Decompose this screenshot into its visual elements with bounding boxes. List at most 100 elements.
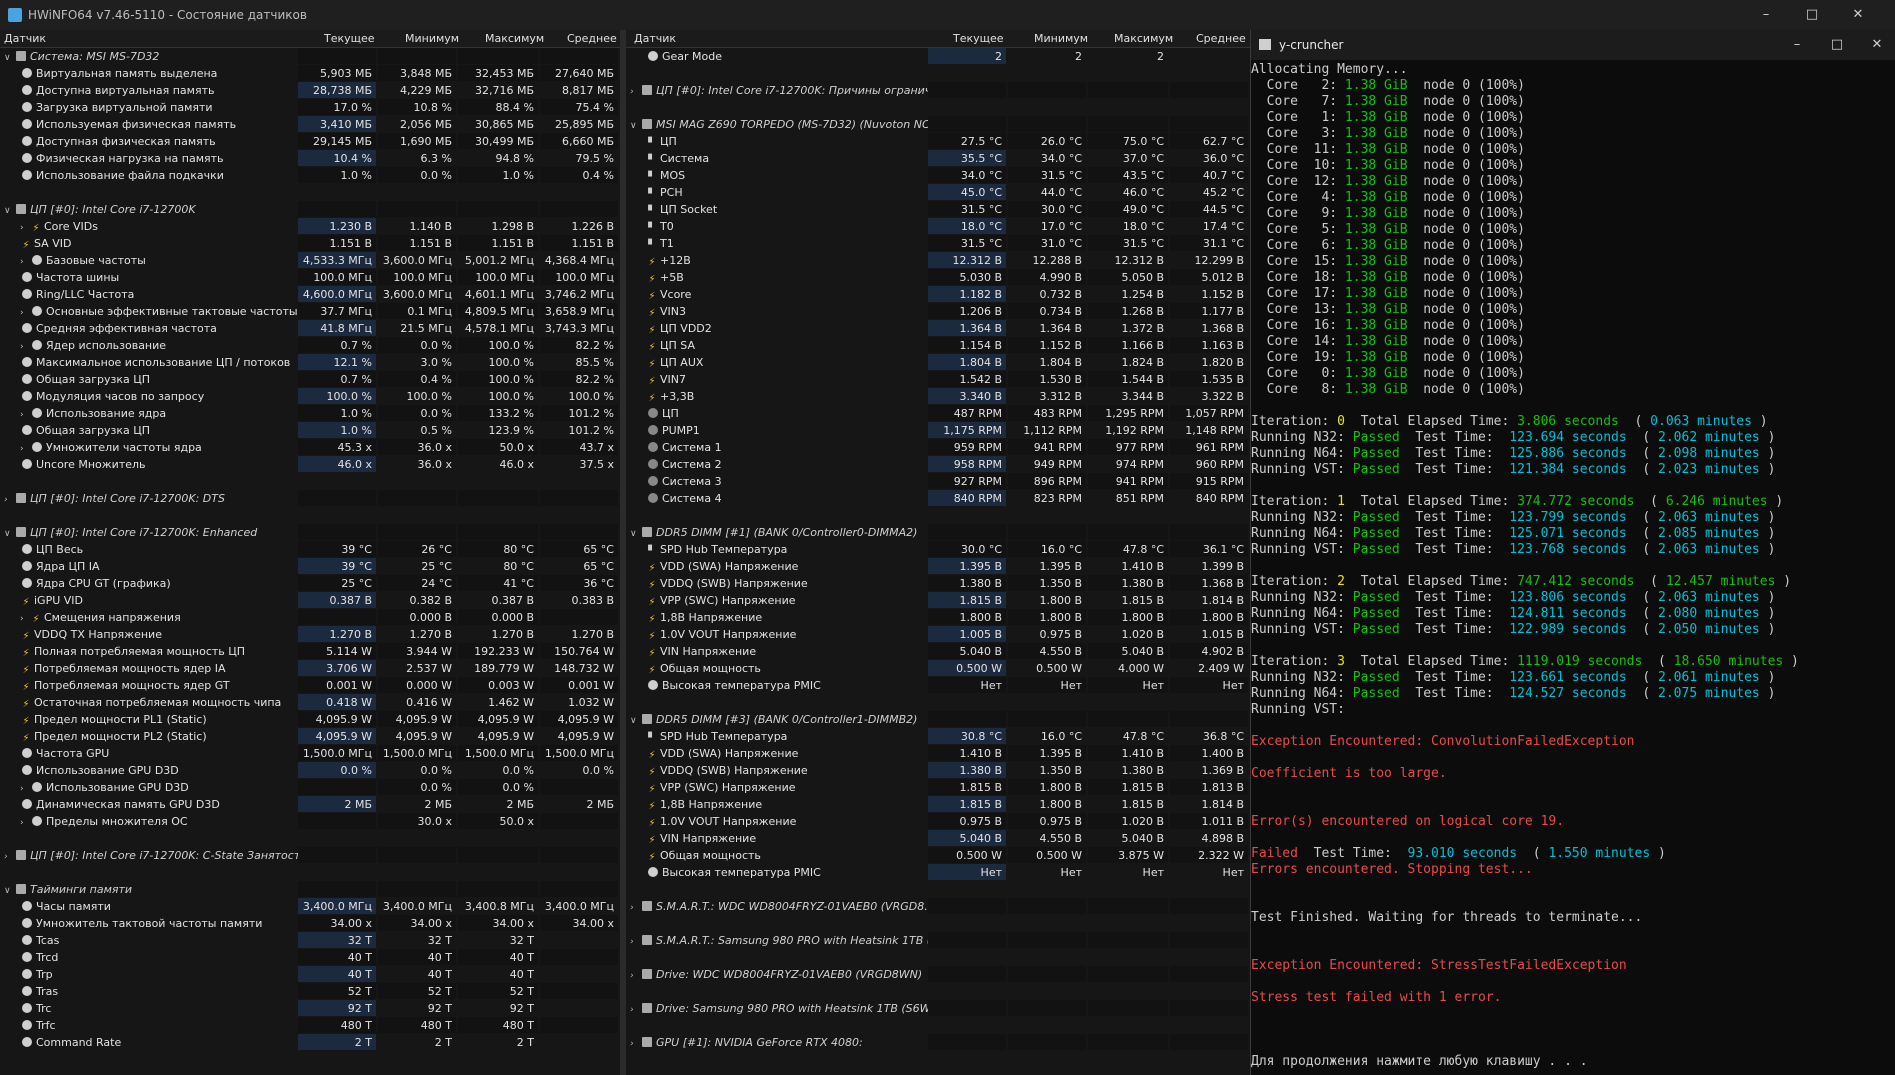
collapse-chevron-icon[interactable]: ∨ xyxy=(4,883,14,898)
yc-close-icon[interactable]: ✕ xyxy=(1861,34,1893,56)
expand-chevron-icon[interactable]: › xyxy=(20,339,30,354)
sensor-row[interactable]: ▘ Система 35.5 °C 34.0 °C 37.0 °C 36.0 °C xyxy=(626,150,1250,167)
sensor-row[interactable]: PUMP1 1,175 RPM 1,112 RPM 1,192 RPM 1,148 RP… xyxy=(626,422,1250,439)
sensor-row[interactable]: ⚡ VIN7 1.542 В 1.530 В 1.544 В 1.535 В xyxy=(626,371,1250,388)
sensor-row[interactable]: Command Rate 2 T 2 T 2 T xyxy=(0,1034,620,1051)
sensor-group-row[interactable]: › S.M.A.R.T.: WDC WD8004FRYZ-01VAEB0 (VRG… xyxy=(626,898,1250,915)
sensor-row[interactable]: ⚡ ЦП VDD2 1.364 В 1.364 В 1.372 В 1.368 В xyxy=(626,320,1250,337)
sensor-row[interactable]: › Ядер использование 0.7 % 0.0 % 100.0 % 82.2… xyxy=(0,337,620,354)
sensor-row[interactable]: ⚡ Потребляемая мощность ядер IA 3.706 W 2.5… xyxy=(0,660,620,677)
collapse-chevron-icon[interactable]: ∨ xyxy=(4,526,14,541)
col-current[interactable]: Текущее xyxy=(324,32,375,45)
sensor-row[interactable]: ▘ SPD Hub Температура 30.0 °C 16.0 °C 47.8 °… xyxy=(626,541,1250,558)
sensor-group-row[interactable]: › Drive: Samsung 980 PRO with Heatsink 1T… xyxy=(626,1000,1250,1017)
sensor-row[interactable]: ⚡ VIN3 1.206 В 0.734 В 1.268 В 1.177 В xyxy=(626,303,1250,320)
col-sensor[interactable]: Датчик xyxy=(4,32,46,45)
sensor-row[interactable]: Частота GPU 1,500.0 МГц 1,500.0 МГц 1,500.0… xyxy=(0,745,620,762)
sensor-row[interactable]: ⚡ ЦП AUX 1.804 В 1.804 В 1.824 В 1.820 В xyxy=(626,354,1250,371)
sensor-row[interactable]: ▘ PCH 45.0 °C 44.0 °C 46.0 °C 45.2 °C xyxy=(626,184,1250,201)
col-sensor-right[interactable]: Датчик xyxy=(634,32,676,45)
sensor-row[interactable]: ▘ ЦП Socket 31.5 °C 30.0 °C 49.0 °C 44.5 °C xyxy=(626,201,1250,218)
sensor-row[interactable]: ▘ ЦП 27.5 °C 26.0 °C 75.0 °C 62.7 °C xyxy=(626,133,1250,150)
sensor-row[interactable]: Общая загрузка ЦП 1.0 % 0.5 % 123.9 % 101.2 … xyxy=(0,422,620,439)
sensor-row[interactable]: ⚡ VPP (SWC) Напряжение 1.815 В 1.800 В 1.815… xyxy=(626,779,1250,796)
sensor-row[interactable]: Частота шины 100.0 МГц 100.0 МГц 100.0 МГц 1… xyxy=(0,269,620,286)
sensor-row[interactable]: Ядра CPU GT (графика) 25 °C 24 °C 41 °C 36 °… xyxy=(0,575,620,592)
collapse-chevron-icon[interactable]: ∨ xyxy=(630,526,640,541)
expand-chevron-icon[interactable]: › xyxy=(20,781,30,796)
yc-minimize-icon[interactable]: – xyxy=(1781,34,1813,56)
sensor-row[interactable]: Умножитель тактовой частоты памяти 34.00 … xyxy=(0,915,620,932)
sensor-group-row[interactable]: › ЦП [#0]: Intel Core i7-12700K: Причины … xyxy=(626,82,1250,99)
sensor-row[interactable]: ⚡ +12В 12.312 В 12.288 В 12.312 В 12.299 В xyxy=(626,252,1250,269)
sensor-row[interactable]: ⚡ Предел мощности PL2 (Static) 4,095.9 W 4,… xyxy=(0,728,620,745)
sensor-group-row[interactable]: ∨ DDR5 DIMM [#1] (BANK 0/Controller0-DIMM… xyxy=(626,524,1250,541)
expand-chevron-icon[interactable]: › xyxy=(20,220,30,235)
expand-chevron-icon[interactable]: › xyxy=(630,934,640,949)
sensor-group-row[interactable]: ∨ ЦП [#0]: Intel Core i7-12700K xyxy=(0,201,620,218)
sensor-row[interactable]: Средняя эффективная частота 41.8 МГц 21.5 … xyxy=(0,320,620,337)
sensor-row[interactable]: › Основные эффективные тактовые частоты 37… xyxy=(0,303,620,320)
console-output[interactable]: Allocating Memory... Core 2: 1.38 GiB no… xyxy=(1251,62,1895,1075)
sensor-row[interactable]: Высокая температура PMIC Нет Нет Нет Нет xyxy=(626,864,1250,881)
sensor-row[interactable]: ⚡ VIN Напряжение 5.040 В 4.550 В 5.040 В 4.89… xyxy=(626,830,1250,847)
expand-chevron-icon[interactable]: › xyxy=(20,305,30,320)
sensor-row[interactable]: ⚡ VDDQ (SWB) Напряжение 1.380 В 1.350 В 1.38… xyxy=(626,575,1250,592)
sensor-row[interactable]: ЦП 487 RPM 483 RPM 1,295 RPM 1,057 RPM xyxy=(626,405,1250,422)
sensor-row[interactable]: ⚡ Общая мощность 0.500 W 0.500 W 3.875 W 2.32… xyxy=(626,847,1250,864)
sensor-row[interactable]: ЦП Весь 39 °C 26 °C 80 °C 65 °C xyxy=(0,541,620,558)
sensor-row[interactable]: Максимальное использование ЦП / потоков 1… xyxy=(0,354,620,371)
sensor-row[interactable]: Система 1 959 RPM 941 RPM 977 RPM 961 RPM xyxy=(626,439,1250,456)
sensor-group-row[interactable]: › Drive: WDC WD8004FRYZ-01VAEB0 (VRGD8WN) xyxy=(626,966,1250,983)
col-min[interactable]: Минимум xyxy=(405,32,459,45)
sensor-group-row[interactable]: › ЦП [#0]: Intel Core i7-12700K: DTS xyxy=(0,490,620,507)
sensor-row[interactable]: ⚡ Остаточная потребляемая мощность чипа 0.… xyxy=(0,694,620,711)
expand-chevron-icon[interactable]: › xyxy=(630,1002,640,1017)
sensor-row[interactable]: Модуляция часов по запросу 100.0 % 100.0 %… xyxy=(0,388,620,405)
sensor-group-row[interactable]: › ЦП [#0]: Intel Core i7-12700K: C-State … xyxy=(0,847,620,864)
col-max-right[interactable]: Максимум xyxy=(1114,32,1173,45)
sensor-row[interactable]: Виртуальная память выделена 5,903 МБ 3,848… xyxy=(0,65,620,82)
col-min-right[interactable]: Минимум xyxy=(1034,32,1088,45)
sensor-row[interactable]: ⚡ VPP (SWC) Напряжение 1.815 В 1.800 В 1.815… xyxy=(626,592,1250,609)
sensor-row[interactable]: Tcas 32 T 32 T 32 T xyxy=(0,932,620,949)
collapse-chevron-icon[interactable]: ∨ xyxy=(630,118,640,133)
col-avg[interactable]: Среднее xyxy=(567,32,617,45)
sensor-row[interactable]: Система 2 958 RPM 949 RPM 974 RPM 960 RPM xyxy=(626,456,1250,473)
expand-chevron-icon[interactable]: › xyxy=(20,441,30,456)
sensor-row[interactable]: ⚡ 1,8В Напряжение 1.815 В 1.800 В 1.815 В 1.8… xyxy=(626,796,1250,813)
expand-chevron-icon[interactable]: › xyxy=(20,815,30,830)
sensor-group-row[interactable]: ∨ Система: MSI MS-7D32 xyxy=(0,48,620,65)
sensor-row[interactable]: ⚡ VDDQ (SWB) Напряжение 1.380 В 1.350 В 1.38… xyxy=(626,762,1250,779)
sensor-row[interactable]: ⚡ VDDQ TX Напряжение 1.270 В 1.270 В 1.270 В… xyxy=(0,626,620,643)
expand-chevron-icon[interactable]: › xyxy=(630,84,640,99)
sensor-row[interactable]: Uncore Множитель 46.0 x 36.0 x 46.0 x 37.5 x xyxy=(0,456,620,473)
sensor-row[interactable]: › Умножители частоты ядра 45.3 x 36.0 x 50.0… xyxy=(0,439,620,456)
sensor-row[interactable]: Ядра ЦП IA 39 °C 25 °C 80 °C 65 °C xyxy=(0,558,620,575)
sensor-row[interactable]: ⚡ +5В 5.030 В 4.990 В 5.050 В 5.012 В xyxy=(626,269,1250,286)
sensor-row[interactable]: › Использование GPU D3D 0.0 % 0.0 % xyxy=(0,779,620,796)
sensor-row[interactable]: ⚡ Потребляемая мощность ядер GT 0.001 W 0.0… xyxy=(0,677,620,694)
sensor-row[interactable]: Система 3 927 RPM 896 RPM 941 RPM 915 RPM xyxy=(626,473,1250,490)
close-icon[interactable]: ✕ xyxy=(1842,4,1874,26)
sensor-row[interactable]: Gear Mode 2 2 2 xyxy=(626,48,1250,65)
sensor-row[interactable]: Trcd 40 T 40 T 40 T xyxy=(0,949,620,966)
minimize-icon[interactable]: – xyxy=(1750,4,1782,26)
sensor-row[interactable]: › Пределы множителя ОС 30.0 x 50.0 x xyxy=(0,813,620,830)
expand-chevron-icon[interactable]: › xyxy=(20,254,30,269)
collapse-chevron-icon[interactable]: ∨ xyxy=(4,50,14,65)
sensor-row[interactable]: ⚡ VDD (SWA) Напряжение 1.395 В 1.395 В 1.410… xyxy=(626,558,1250,575)
sensor-row[interactable]: Используемая физическая память 3,410 МБ 2,… xyxy=(0,116,620,133)
sensor-row[interactable]: Trfc 480 T 480 T 480 T xyxy=(0,1017,620,1034)
sensor-row[interactable]: Загрузка виртуальной памяти 17.0 % 10.8 % 8… xyxy=(0,99,620,116)
sensor-row[interactable]: Trp 40 T 40 T 40 T xyxy=(0,966,620,983)
sensor-row[interactable]: Часы памяти 3,400.0 МГц 3,400.0 МГц 3,400.8… xyxy=(0,898,620,915)
sensor-row[interactable]: ⚡ Vcore 1.182 В 0.732 В 1.254 В 1.152 В xyxy=(626,286,1250,303)
sensor-row[interactable]: Доступная физическая память 29,145 МБ 1,69… xyxy=(0,133,620,150)
sensor-row[interactable]: Физическая нагрузка на память 10.4 % 6.3 %… xyxy=(0,150,620,167)
expand-chevron-icon[interactable]: › xyxy=(20,407,30,422)
sensor-row[interactable]: ⚡ ЦП SA 1.154 В 1.152 В 1.166 В 1.163 В xyxy=(626,337,1250,354)
expand-chevron-icon[interactable]: › xyxy=(4,849,14,864)
sensor-row[interactable]: ▘ T0 18.0 °C 17.0 °C 18.0 °C 17.4 °C xyxy=(626,218,1250,235)
sensor-row[interactable]: ▘ T1 31.5 °C 31.0 °C 31.5 °C 31.1 °C xyxy=(626,235,1250,252)
